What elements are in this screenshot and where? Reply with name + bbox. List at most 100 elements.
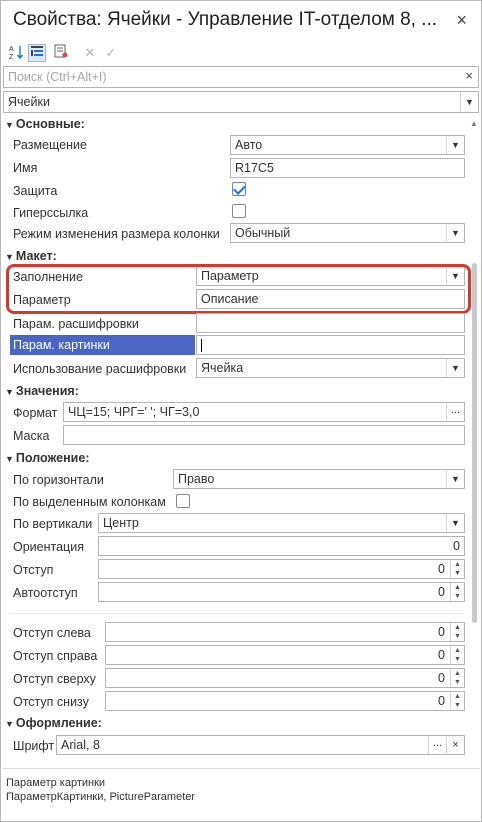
resize-mode-label: Режим изменения размера колонки: [13, 227, 220, 241]
section-position-title: Положение:: [15, 451, 90, 465]
clear-icon[interactable]: ×: [446, 736, 464, 754]
indent-right-value: 0: [438, 648, 445, 662]
hyperlink-checkbox[interactable]: [232, 204, 246, 218]
placement-label: Размещение: [13, 138, 87, 152]
collapse-triangle-icon[interactable]: ▼: [5, 719, 14, 729]
spinner-icon[interactable]: ▲ ▼: [450, 646, 464, 664]
description-panel: Параметр картинки ПараметрКартинки, Pict…: [2, 768, 480, 820]
horizontal-value: Право: [178, 472, 215, 486]
scroll-thumb[interactable]: [472, 263, 477, 623]
text-cursor: [201, 339, 202, 353]
font-label: Шрифт: [13, 739, 55, 753]
ellipsis-button[interactable]: ...: [446, 403, 464, 421]
chevron-down-icon[interactable]: ▼: [446, 514, 464, 532]
object-selector[interactable]: Ячейки ▼: [3, 91, 479, 113]
chevron-down-icon[interactable]: ▼: [460, 92, 478, 112]
section-main-title: Основные:: [15, 117, 85, 131]
horizontal-select[interactable]: Право ▼: [173, 469, 465, 489]
spinner-icon[interactable]: ▲ ▼: [450, 669, 464, 687]
horizontal-label: По горизонтали: [13, 473, 104, 487]
section-layout[interactable]: ▼ Макет:: [5, 249, 57, 263]
chevron-down-icon[interactable]: ▼: [446, 136, 464, 154]
indent-top-value: 0: [438, 671, 445, 685]
decode-param-field[interactable]: [196, 313, 465, 333]
sort-az-icon[interactable]: AZ: [7, 44, 25, 62]
categories-icon[interactable]: [28, 44, 46, 62]
indent-field[interactable]: 0 ▲ ▼: [98, 559, 465, 579]
picture-param-label: Парам. картинки: [13, 338, 110, 352]
selected-columns-label: По выделенным колонкам: [13, 495, 166, 509]
indent-bottom-field[interactable]: 0 ▲ ▼: [105, 691, 465, 711]
orientation-field[interactable]: 0: [98, 536, 465, 556]
spinner-icon[interactable]: ▲ ▼: [450, 560, 464, 578]
picture-param-field[interactable]: [196, 335, 465, 355]
vertical-select[interactable]: Центр ▼: [98, 513, 465, 533]
font-field[interactable]: Arial, 8 ... ×: [56, 735, 465, 755]
indent-top-field[interactable]: 0 ▲ ▼: [105, 668, 465, 688]
ellipsis-button[interactable]: ...: [428, 736, 446, 754]
name-field[interactable]: R17C5: [230, 158, 465, 178]
collapse-triangle-icon[interactable]: ▼: [5, 120, 14, 130]
highlight-box: [6, 264, 471, 314]
autoindent-field[interactable]: 0 ▲ ▼: [98, 582, 465, 602]
format-field[interactable]: ЧЦ=15; ЧРГ=' '; ЧГ=3,0 ...: [63, 402, 465, 422]
chevron-down-icon[interactable]: ▼: [446, 470, 464, 488]
autoindent-label: Автоотступ: [13, 586, 78, 600]
indent-top-label: Отступ сверху: [13, 672, 96, 686]
description-title: Параметр картинки: [6, 777, 106, 789]
decode-use-select[interactable]: Ячейка ▼: [196, 358, 465, 378]
resize-mode-value: Обычный: [235, 226, 291, 240]
scroll-up-icon[interactable]: ▲: [470, 119, 478, 128]
indent-bottom-label: Отступ снизу: [13, 695, 89, 709]
indent-label: Отступ: [13, 563, 54, 577]
indent-left-value: 0: [438, 625, 445, 639]
filter-icon[interactable]: [52, 44, 70, 62]
indent-value: 0: [438, 562, 445, 576]
autoindent-value: 0: [438, 585, 445, 599]
section-values-title: Значения:: [15, 384, 79, 398]
close-icon[interactable]: ×: [456, 10, 467, 31]
window-title: Свойства: Ячейки - Управление IT-отделом…: [13, 9, 438, 30]
search-box: ×: [3, 66, 479, 88]
decode-param-label: Парам. расшифровки: [13, 317, 139, 331]
spinner-icon[interactable]: ▲ ▼: [450, 692, 464, 710]
collapse-triangle-icon[interactable]: ▼: [5, 454, 14, 464]
section-design[interactable]: ▼ Оформление:: [5, 716, 102, 730]
properties-window: Свойства: Ячейки - Управление IT-отделом…: [0, 0, 482, 822]
indent-left-field[interactable]: 0 ▲ ▼: [105, 622, 465, 642]
section-design-title: Оформление:: [15, 716, 102, 730]
section-main[interactable]: ▼ Основные:: [5, 117, 85, 131]
protection-checkbox[interactable]: [232, 182, 246, 196]
title-bar: Свойства: Ячейки - Управление IT-отделом…: [1, 1, 481, 39]
object-selector-value: Ячейки: [8, 95, 50, 109]
clear-search-icon[interactable]: ×: [465, 68, 473, 83]
section-position[interactable]: ▼ Положение:: [5, 451, 89, 465]
picture-param-row-selected[interactable]: Парам. картинки: [10, 335, 195, 355]
spinner-icon[interactable]: ▲ ▼: [450, 583, 464, 601]
indent-right-label: Отступ справа: [13, 649, 98, 663]
placement-select[interactable]: Авто ▼: [230, 135, 465, 155]
cancel-icon[interactable]: ✕: [81, 44, 99, 62]
format-value: ЧЦ=15; ЧРГ=' '; ЧГ=3,0: [68, 405, 200, 419]
indent-right-field[interactable]: 0 ▲ ▼: [105, 645, 465, 665]
collapse-triangle-icon[interactable]: ▼: [5, 387, 14, 397]
search-input[interactable]: [4, 67, 460, 87]
apply-icon[interactable]: ✓: [102, 44, 120, 62]
mask-field[interactable]: [63, 425, 465, 445]
name-label: Имя: [13, 161, 38, 175]
resize-mode-select[interactable]: Обычный ▼: [230, 223, 465, 243]
hyperlink-label: Гиперссылка: [13, 206, 89, 220]
orientation-label: Ориентация: [13, 540, 84, 554]
description-detail: ПараметрКартинки, PictureParameter: [6, 791, 196, 803]
chevron-down-icon[interactable]: ▼: [446, 359, 464, 377]
scrollbar[interactable]: ▲: [468, 115, 480, 765]
selected-columns-checkbox[interactable]: [176, 494, 190, 508]
chevron-down-icon[interactable]: ▼: [446, 224, 464, 242]
section-values[interactable]: ▼ Значения:: [5, 384, 79, 398]
section-layout-title: Макет:: [15, 249, 57, 263]
placement-value: Авто: [235, 138, 263, 152]
collapse-triangle-icon[interactable]: ▼: [5, 252, 14, 262]
spinner-icon[interactable]: ▲ ▼: [450, 623, 464, 641]
format-label: Формат: [13, 406, 58, 420]
svg-text:A: A: [9, 46, 14, 53]
